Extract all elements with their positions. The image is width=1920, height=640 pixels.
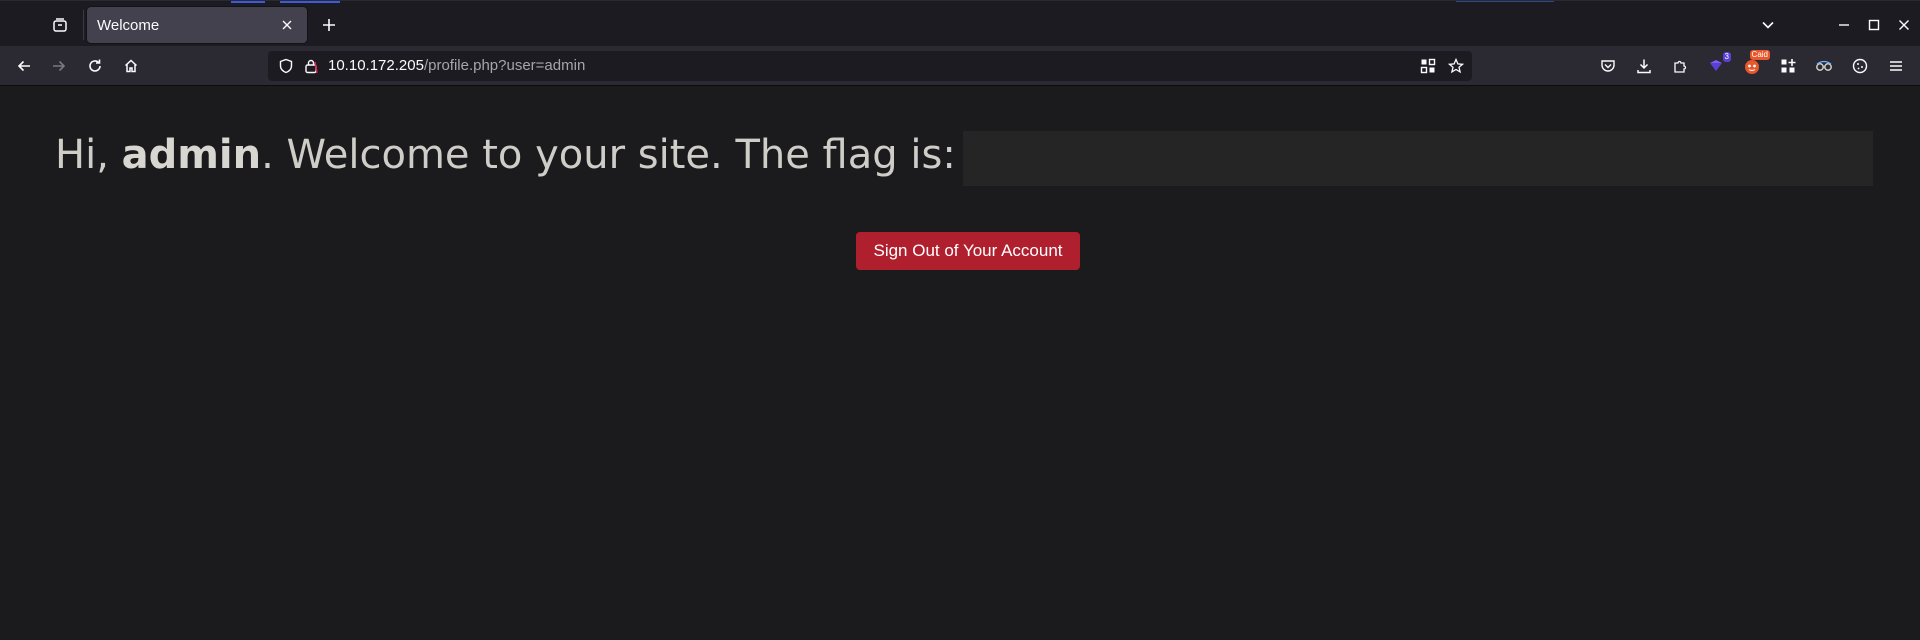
maximize-icon[interactable] xyxy=(1862,13,1886,37)
url-text[interactable]: 10.10.172.205/profile.php?user=admin xyxy=(328,57,585,74)
chevron-down-icon[interactable] xyxy=(1756,13,1780,37)
extension-badge-icon[interactable]: 3 xyxy=(1704,52,1731,78)
tab-welcome[interactable]: Welcome xyxy=(87,7,307,43)
tab-title: Welcome xyxy=(97,16,160,34)
navigation-toolbar: 10.10.172.205/profile.php?user=admin 3 C… xyxy=(0,46,1920,86)
extension-badge-count: 3 xyxy=(1722,52,1731,62)
cookie-extension-icon[interactable] xyxy=(1848,54,1872,78)
close-icon[interactable] xyxy=(277,15,297,35)
tab-strip-highlight xyxy=(1456,1,1554,2)
username: admin xyxy=(121,132,262,178)
lock-icon[interactable] xyxy=(303,58,319,74)
tab-strip-highlight xyxy=(231,1,265,3)
download-icon[interactable] xyxy=(1632,54,1656,78)
shield-icon[interactable] xyxy=(278,58,294,74)
sign-out-button[interactable]: Sign Out of Your Account xyxy=(856,232,1080,270)
pocket-icon[interactable] xyxy=(1596,54,1620,78)
qr-code-icon[interactable] xyxy=(1420,58,1436,74)
close-window-icon[interactable] xyxy=(1892,13,1916,37)
tab-strip-highlight xyxy=(280,1,340,3)
welcome-heading: Hi, admin. Welcome to your site. The fla… xyxy=(55,132,956,178)
tab-strip: Welcome xyxy=(0,0,1920,46)
page-content: Hi, admin. Welcome to your site. The fla… xyxy=(0,86,1920,640)
caido-extension-icon[interactable]: Caid xyxy=(1740,50,1770,78)
minimize-icon[interactable] xyxy=(1832,13,1856,37)
grid-extension-icon[interactable] xyxy=(1776,54,1800,78)
plus-icon[interactable] xyxy=(317,13,341,37)
tab-divider xyxy=(83,10,84,40)
home-icon[interactable] xyxy=(119,54,143,78)
greeting-suffix: . Welcome to your site. The flag is: xyxy=(261,132,956,178)
reload-icon[interactable] xyxy=(83,54,107,78)
back-arrow-icon[interactable] xyxy=(12,54,36,78)
caido-badge: Caid xyxy=(1749,50,1770,60)
flag-redacted-box xyxy=(963,131,1873,186)
url-bar[interactable]: 10.10.172.205/profile.php?user=admin xyxy=(268,51,1472,81)
forward-arrow-icon[interactable] xyxy=(47,54,71,78)
greeting-prefix: Hi, xyxy=(55,132,109,178)
glasses-extension-icon[interactable] xyxy=(1812,54,1836,78)
star-icon[interactable] xyxy=(1448,58,1464,74)
url-path: /profile.php?user=admin xyxy=(423,57,586,74)
hamburger-menu-icon[interactable] xyxy=(1884,54,1908,78)
puzzle-icon[interactable] xyxy=(1668,54,1692,78)
tab-overview-icon[interactable] xyxy=(48,13,72,37)
url-host: 10.10.172.205 xyxy=(328,57,424,74)
